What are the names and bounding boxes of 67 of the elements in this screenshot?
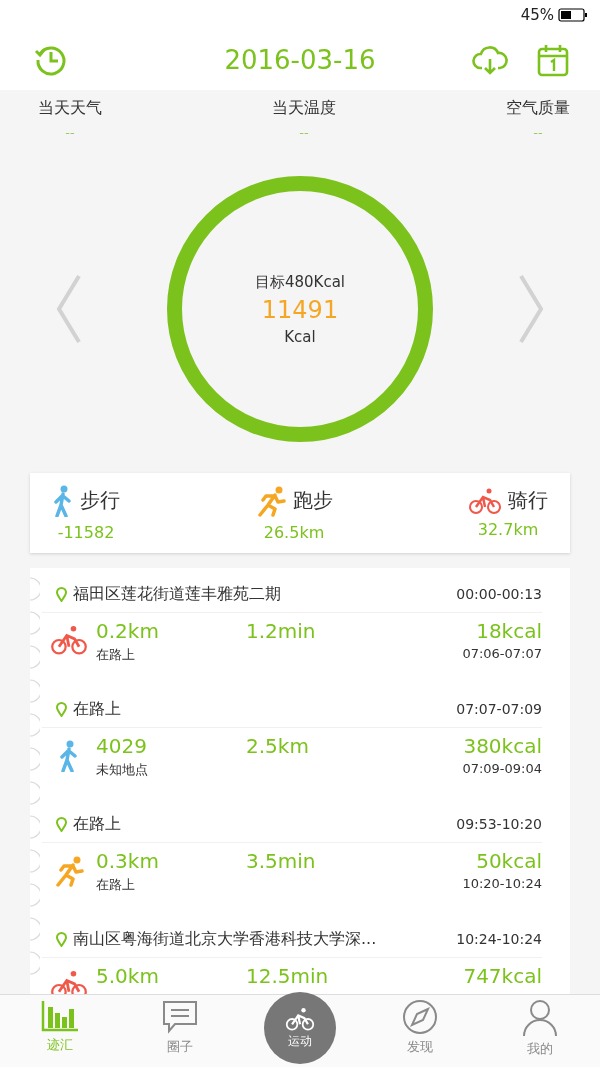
time-range: 07:09-09:04 (462, 761, 542, 776)
calorie-unit: Kcal (284, 327, 316, 346)
calorie-value: 50kcal (476, 849, 542, 873)
running-person-icon (255, 484, 287, 517)
battery-icon (558, 8, 588, 22)
location-name: 福田区莲花街道莲丰雅苑二期 (73, 583, 281, 605)
time-range: 09:53-10:20 (456, 816, 542, 832)
calorie-value: 380kcal (463, 734, 542, 758)
nav-tab[interactable]: 迹汇 (34, 995, 86, 1067)
walking-person-icon (52, 484, 74, 517)
time-range: 10:20-10:24 (462, 876, 542, 891)
calorie-value: 747kcal (463, 964, 542, 988)
weather-label: 空气质量 (506, 98, 570, 119)
cloud-download-icon[interactable] (472, 44, 508, 76)
record-value: 12.5min (246, 964, 330, 988)
weather-value: -- (533, 125, 543, 140)
weather-value: -- (65, 125, 75, 140)
place-name: 在路上 (96, 646, 136, 664)
activity-label: 骑行 (508, 487, 548, 514)
location-name: 在路上 (73, 698, 121, 720)
record-value: 3.5min (246, 849, 317, 873)
date-title: 2016-03-16 (224, 45, 376, 75)
record-value: 4029 (96, 734, 148, 758)
chat-bubble-icon (161, 999, 199, 1035)
record-value: 5.0km (96, 964, 160, 988)
running-person-icon (53, 855, 85, 887)
activity-total: 26.5km (263, 522, 325, 542)
bicycle-icon (468, 487, 502, 514)
person-icon (522, 999, 558, 1037)
location-pin-icon (56, 931, 67, 947)
time-range: 07:07-07:09 (456, 701, 542, 717)
bicycle-icon (50, 970, 88, 994)
location-pin-icon (56, 586, 67, 602)
calorie-value: 11491 (261, 295, 339, 324)
location-pin-icon (56, 816, 67, 832)
location-pin-icon (56, 701, 67, 717)
activity-label: 步行 (80, 487, 120, 514)
activity-total: 32.7km (477, 520, 539, 539)
bicycle-icon (285, 1006, 315, 1031)
compass-icon (402, 999, 438, 1035)
walking-person-icon (58, 740, 80, 772)
calorie-value: 18kcal (476, 619, 542, 643)
bicycle-icon (50, 625, 88, 655)
record-value: 1.2min (246, 619, 317, 643)
record-value: 2.5km (246, 734, 310, 758)
bar-chart-icon (40, 999, 80, 1033)
time-range: 07:06-07:07 (462, 646, 542, 661)
calendar-icon[interactable] (536, 43, 570, 77)
weather-label: 当天天气 (38, 98, 102, 119)
location-name: 在路上 (73, 813, 121, 835)
record-value: 0.2km (96, 619, 160, 643)
weather-label: 当天温度 (272, 98, 336, 119)
weather-value: -- (299, 125, 309, 140)
nav-tab[interactable]: 圈子 (155, 995, 205, 1067)
place-name: 在路上 (96, 876, 136, 894)
location-name: 南山区粤海街道北京大学香港科技大学深... (73, 928, 377, 950)
activity-label: 跑步 (293, 487, 333, 514)
record-value: 0.3km (96, 849, 160, 873)
nav-tab[interactable]: 我的 (516, 995, 564, 1067)
battery-percent: 45% (520, 6, 554, 24)
sport-tab[interactable]: 运动 (264, 992, 336, 1064)
nav-tab[interactable]: 发现 (396, 995, 444, 1067)
time-range: 00:00-00:13 (456, 586, 542, 602)
goal-text: 目标480Kcal (254, 272, 346, 292)
activity-total: -11582 (57, 522, 115, 542)
time-range: 10:24-10:24 (456, 931, 542, 947)
place-name: 未知地点 (96, 761, 149, 779)
